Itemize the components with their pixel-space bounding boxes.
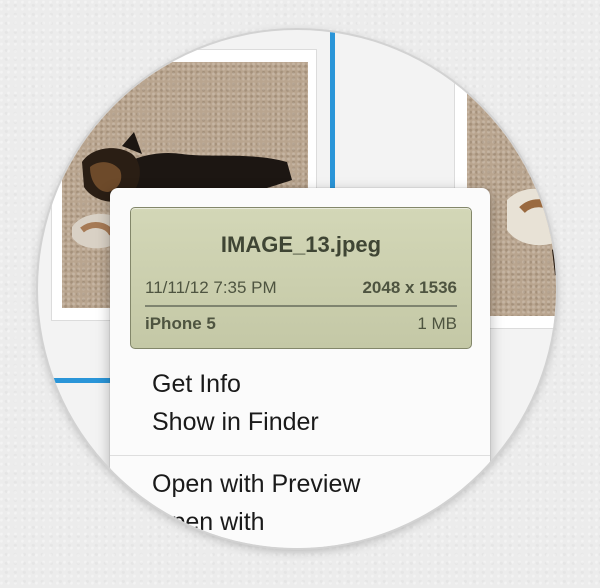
menu-separator (110, 455, 490, 456)
date-time: 11/11/12 7:35 PM (145, 278, 277, 297)
file-size: 1 MB (417, 314, 457, 333)
file-name: IMAGE_13.jpeg (220, 232, 382, 257)
file-info-card: IMAGE_13.jpeg 11/11/12 7:35 PM 2048 x 15… (130, 207, 472, 349)
device-name: iPhone 5 (145, 314, 216, 333)
menu-item-open-with[interactable]: Open with (152, 508, 265, 537)
menu-item-show-in-finder[interactable]: Show in Finder (152, 408, 319, 437)
selection-line-horizontal (40, 378, 120, 383)
card-divider (145, 305, 457, 307)
magnifier-lens: IMAGE_13.jpeg 11/11/12 7:35 PM 2048 x 15… (38, 30, 556, 548)
menu-item-get-info[interactable]: Get Info (152, 370, 241, 399)
menu-item-open-with-preview[interactable]: Open with Preview (152, 470, 360, 499)
image-dimensions: 2048 x 1536 (362, 278, 457, 297)
